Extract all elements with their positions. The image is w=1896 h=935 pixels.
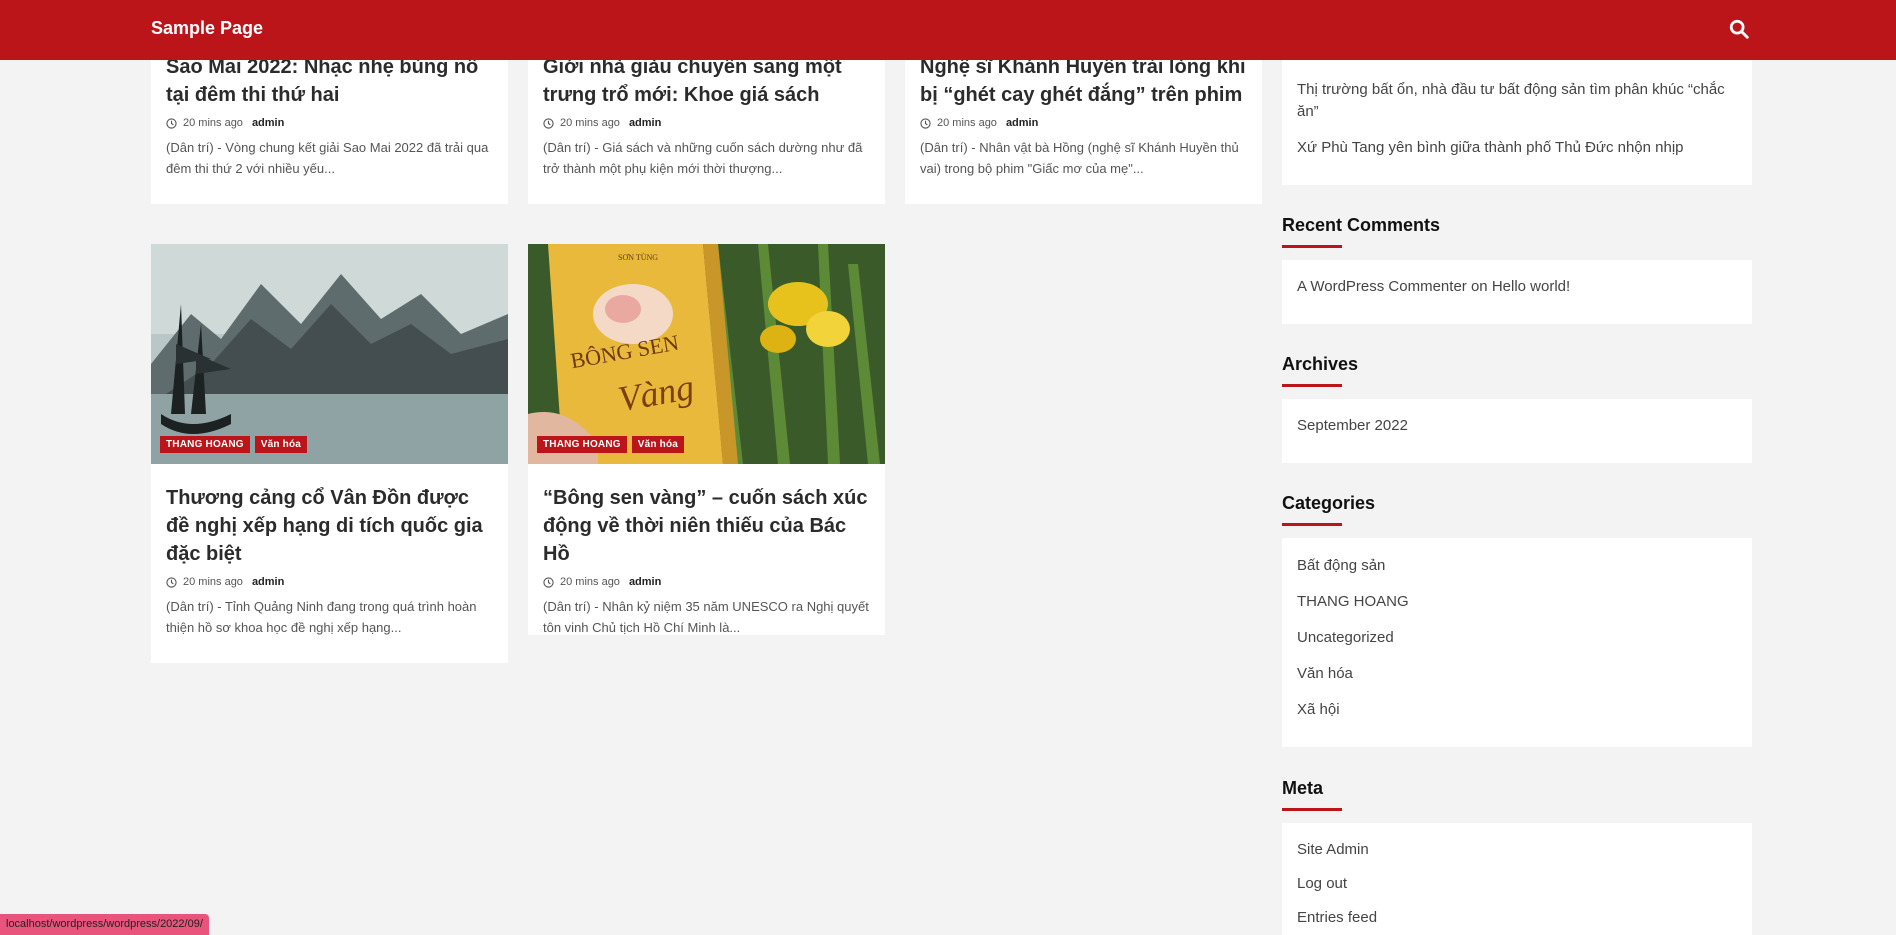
post-time: 20 mins ago	[560, 576, 620, 588]
post-excerpt: (Dân trí) - Nhân kỷ niệm 35 năm UNESCO r…	[543, 599, 869, 635]
post-excerpt: (Dân trí) - Tỉnh Quảng Ninh đang trong q…	[166, 599, 477, 635]
clock-icon	[543, 117, 554, 129]
clock-icon	[166, 117, 177, 129]
category-link[interactable]: Uncategorized	[1297, 627, 1394, 649]
recent-comments-widget: A WordPress Commenter on Hello world!	[1282, 260, 1752, 324]
site-title-link[interactable]: Sample Page	[151, 18, 263, 39]
archives-widget: September 2022	[1282, 399, 1752, 463]
meta-title: Meta	[1282, 778, 1343, 811]
categories-title: Categories	[1282, 493, 1376, 526]
post-card: THANG HOANG Văn hóa Thương cảng cổ Vân Đ…	[151, 244, 508, 663]
archives-title: Archives	[1282, 354, 1359, 387]
clock-icon	[920, 117, 931, 129]
comment-author-link[interactable]: A WordPress Commenter	[1297, 278, 1467, 295]
category-link[interactable]: Bất động sản	[1297, 555, 1385, 577]
post-thumbnail[interactable]: SƠN TÙNG BÔNG SEN Vàng	[528, 244, 885, 464]
categories-widget: Bất động sản THANG HOANG Uncategorized V…	[1282, 538, 1752, 747]
recent-post-link[interactable]: Xứ Phù Tang yên bình giữa thành phố Thủ …	[1297, 137, 1740, 159]
tag-thang-hoang[interactable]: THANG HOANG	[160, 436, 250, 453]
post-tags: THANG HOANG Văn hóa	[160, 436, 308, 453]
tag-van-hoa[interactable]: Văn hóa	[254, 436, 308, 453]
entries-feed-link[interactable]: Entries feed	[1297, 907, 1377, 929]
post-meta: 20 mins ago admin	[920, 117, 1250, 129]
status-bar-url: localhost/wordpress/wordpress/2022/09/	[0, 914, 209, 935]
post-time: 20 mins ago	[937, 117, 997, 129]
post-author[interactable]: admin	[629, 576, 661, 588]
post-time: 20 mins ago	[183, 117, 243, 129]
meta-widget: Site Admin Log out Entries feed	[1282, 823, 1752, 935]
category-link[interactable]: Văn hóa	[1297, 663, 1353, 685]
post-excerpt: (Dân trí) - Nhân vật bà Hồng (nghệ sĩ Kh…	[920, 140, 1239, 176]
comment-on-text: on	[1470, 278, 1488, 295]
post-title[interactable]: Giới nhà giàu chuyển sang một trưng trổ …	[543, 53, 873, 109]
book-cover-author: SƠN TÙNG	[618, 253, 659, 262]
post-meta: 20 mins ago admin	[166, 576, 496, 588]
post-meta: 20 mins ago admin	[166, 117, 496, 129]
post-excerpt: (Dân trí) - Giá sách và những cuốn sách …	[543, 140, 863, 176]
post-meta: 20 mins ago admin	[543, 117, 873, 129]
archive-link[interactable]: September 2022	[1297, 415, 1408, 437]
logout-link[interactable]: Log out	[1297, 873, 1347, 895]
post-meta: 20 mins ago admin	[543, 576, 873, 588]
post-author[interactable]: admin	[252, 117, 284, 129]
category-link[interactable]: Xã hội	[1297, 699, 1340, 721]
clock-icon	[166, 576, 177, 588]
post-title[interactable]: Thương cảng cổ Vân Đồn được đề nghị xếp …	[166, 484, 496, 568]
post-excerpt: (Dân trí) - Vòng chung kết giải Sao Mai …	[166, 140, 489, 176]
site-header: Sample Page	[0, 0, 1896, 60]
search-icon[interactable]	[1728, 18, 1750, 40]
clock-icon	[543, 576, 554, 588]
post-thumbnail[interactable]	[151, 244, 508, 464]
comment-entry: A WordPress Commenter on Hello world!	[1297, 276, 1570, 298]
post-card: SƠN TÙNG BÔNG SEN Vàng THANG HOANG Văn h…	[528, 244, 885, 635]
post-author[interactable]: admin	[252, 576, 284, 588]
post-tags: THANG HOANG Văn hóa	[537, 436, 685, 453]
comment-post-link[interactable]: Hello world!	[1492, 278, 1570, 295]
post-title[interactable]: “Bông sen vàng” – cuốn sách xúc động về …	[543, 484, 873, 568]
post-time: 20 mins ago	[560, 117, 620, 129]
tag-thang-hoang[interactable]: THANG HOANG	[537, 436, 627, 453]
post-author[interactable]: admin	[1006, 117, 1038, 129]
post-time: 20 mins ago	[183, 576, 243, 588]
recent-post-link[interactable]: Thị trường bất ổn, nhà đầu tư bất động s…	[1297, 79, 1740, 123]
category-link[interactable]: THANG HOANG	[1297, 591, 1409, 613]
post-author[interactable]: admin	[629, 117, 661, 129]
tag-van-hoa[interactable]: Văn hóa	[631, 436, 685, 453]
site-admin-link[interactable]: Site Admin	[1297, 839, 1369, 861]
recent-comments-title: Recent Comments	[1282, 215, 1441, 248]
post-title[interactable]: Nghệ sĩ Khánh Huyền trải lòng khi bị “gh…	[920, 53, 1250, 109]
post-title[interactable]: Sao Mai 2022: Nhạc nhẹ bùng nổ tại đêm t…	[166, 53, 496, 109]
